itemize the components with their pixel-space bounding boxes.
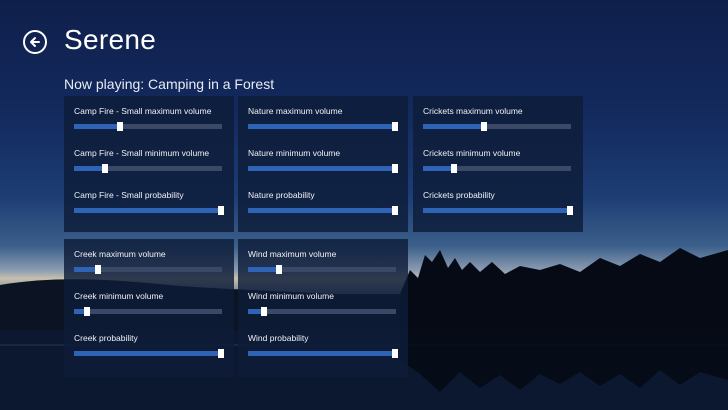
slider-fill bbox=[74, 351, 221, 356]
slider-group: Camp Fire - Small minimum volume bbox=[74, 148, 224, 173]
slider-group: Nature maximum volume bbox=[248, 106, 398, 131]
slider-fill bbox=[423, 208, 570, 213]
slider-thumb[interactable] bbox=[217, 349, 224, 358]
slider-group: Creek minimum volume bbox=[74, 291, 224, 316]
slider-label: Wind probability bbox=[248, 333, 309, 343]
slider-label: Wind minimum volume bbox=[248, 291, 334, 301]
slider-label: Camp Fire - Small probability bbox=[74, 190, 184, 200]
volume-slider[interactable] bbox=[74, 164, 222, 173]
slider-group: Camp Fire - Small probability bbox=[74, 190, 224, 215]
slider-fill bbox=[74, 166, 106, 171]
slider-thumb[interactable] bbox=[217, 206, 224, 215]
slider-fill bbox=[423, 166, 455, 171]
slider-thumb[interactable] bbox=[261, 307, 268, 316]
slider-fill bbox=[74, 208, 221, 213]
slider-group: Camp Fire - Small maximum volume bbox=[74, 106, 224, 131]
volume-slider[interactable] bbox=[74, 206, 224, 215]
slider-label: Crickets maximum volume bbox=[423, 106, 523, 116]
volume-slider[interactable] bbox=[74, 265, 222, 274]
slider-fill bbox=[74, 124, 120, 129]
now-playing-label: Now playing: Camping in a Forest bbox=[64, 76, 275, 92]
slider-label: Crickets probability bbox=[423, 190, 495, 200]
volume-slider[interactable] bbox=[423, 122, 571, 131]
slider-group: Creek maximum volume bbox=[74, 249, 224, 274]
slider-thumb[interactable] bbox=[391, 349, 398, 358]
slider-label: Camp Fire - Small maximum volume bbox=[74, 106, 212, 116]
slider-label: Camp Fire - Small minimum volume bbox=[74, 148, 210, 158]
slider-thumb[interactable] bbox=[102, 164, 109, 173]
slider-label: Wind maximum volume bbox=[248, 249, 337, 259]
volume-slider[interactable] bbox=[74, 122, 222, 131]
sound-panel: Wind maximum volume Wind minimum volume Wi… bbox=[238, 239, 408, 377]
slider-fill bbox=[248, 208, 395, 213]
slider-group: Nature minimum volume bbox=[248, 148, 398, 173]
slider-fill bbox=[423, 124, 484, 129]
volume-slider[interactable] bbox=[423, 164, 571, 173]
slider-group: Wind minimum volume bbox=[248, 291, 398, 316]
slider-thumb[interactable] bbox=[391, 206, 398, 215]
slider-group: Crickets maximum volume bbox=[423, 106, 573, 131]
volume-slider[interactable] bbox=[74, 307, 222, 316]
slider-group: Creek probability bbox=[74, 333, 224, 358]
slider-thumb[interactable] bbox=[566, 206, 573, 215]
volume-slider[interactable] bbox=[248, 164, 398, 173]
sound-panel: Crickets maximum volume Crickets minimum … bbox=[413, 96, 583, 232]
slider-label: Nature minimum volume bbox=[248, 148, 341, 158]
slider-label: Nature maximum volume bbox=[248, 106, 343, 116]
volume-slider[interactable] bbox=[74, 349, 224, 358]
sound-panel: Nature maximum volume Nature minimum volu… bbox=[238, 96, 408, 232]
slider-group: Wind maximum volume bbox=[248, 249, 398, 274]
slider-fill bbox=[248, 124, 395, 129]
slider-label: Nature probability bbox=[248, 190, 315, 200]
slider-thumb[interactable] bbox=[276, 265, 283, 274]
volume-slider[interactable] bbox=[248, 206, 398, 215]
slider-label: Creek probability bbox=[74, 333, 138, 343]
slider-label: Creek minimum volume bbox=[74, 291, 164, 301]
slider-group: Crickets minimum volume bbox=[423, 148, 573, 173]
volume-slider[interactable] bbox=[248, 265, 396, 274]
back-button[interactable] bbox=[23, 30, 47, 54]
back-arrow-icon bbox=[30, 37, 40, 47]
slider-thumb[interactable] bbox=[480, 122, 487, 131]
volume-slider[interactable] bbox=[423, 206, 573, 215]
app-title: Serene bbox=[64, 24, 157, 55]
volume-slider[interactable] bbox=[248, 307, 396, 316]
slider-label: Crickets minimum volume bbox=[423, 148, 521, 158]
slider-thumb[interactable] bbox=[451, 164, 458, 173]
sound-panel: Camp Fire - Small maximum volume Camp Fir… bbox=[64, 96, 234, 232]
slider-thumb[interactable] bbox=[391, 122, 398, 131]
slider-thumb[interactable] bbox=[94, 265, 101, 274]
slider-label: Creek maximum volume bbox=[74, 249, 166, 259]
slider-thumb[interactable] bbox=[116, 122, 123, 131]
slider-group: Crickets probability bbox=[423, 190, 573, 215]
slider-fill bbox=[248, 267, 280, 272]
slider-thumb[interactable] bbox=[84, 307, 91, 316]
slider-group: Wind probability bbox=[248, 333, 398, 358]
slider-fill bbox=[248, 351, 395, 356]
slider-group: Nature probability bbox=[248, 190, 398, 215]
slider-thumb[interactable] bbox=[391, 164, 398, 173]
volume-slider[interactable] bbox=[248, 122, 398, 131]
slider-fill bbox=[248, 166, 395, 171]
volume-slider[interactable] bbox=[248, 349, 398, 358]
sound-panel: Creek maximum volume Creek minimum volume… bbox=[64, 239, 234, 377]
